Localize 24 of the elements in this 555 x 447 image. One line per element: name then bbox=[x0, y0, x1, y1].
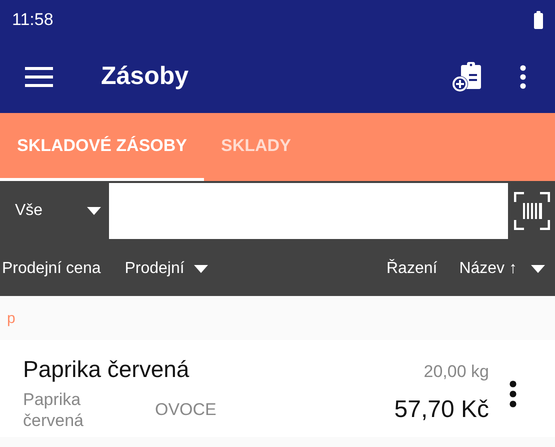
search-field[interactable] bbox=[109, 183, 508, 239]
battery-icon bbox=[534, 11, 543, 29]
item-group: OVOCE bbox=[155, 400, 216, 420]
price-type-dropdown[interactable]: Prodejní bbox=[124, 260, 208, 278]
more-options-icon[interactable] bbox=[519, 64, 527, 88]
caret-icon bbox=[531, 264, 545, 272]
more-options-icon[interactable] bbox=[509, 380, 517, 408]
barcode-scan-icon[interactable] bbox=[514, 192, 550, 230]
screen-title: Zásoby bbox=[101, 62, 190, 91]
item-quantity: 20,00 kg bbox=[424, 362, 489, 382]
clipboard-add-icon[interactable] bbox=[451, 60, 483, 92]
category-dropdown[interactable]: Vše bbox=[0, 202, 109, 220]
sort-label: Řazení bbox=[386, 260, 438, 278]
clock-time: 11:58 bbox=[12, 10, 54, 30]
list-item[interactable]: Paprika červená 20,00 kg Paprika červená OVOCE 57,70 Kč bbox=[0, 340, 555, 437]
caret-icon bbox=[194, 264, 208, 272]
item-subtitle: Paprika červená bbox=[23, 389, 84, 431]
price-label: Prodejní cena bbox=[2, 260, 101, 278]
menu-icon[interactable] bbox=[25, 66, 53, 86]
caret-icon bbox=[87, 207, 101, 215]
item-price: 57,70 Kč bbox=[394, 396, 489, 424]
sort-dropdown[interactable]: Název ↑ bbox=[459, 260, 545, 278]
item-name: Paprika červená bbox=[23, 356, 190, 383]
section-header: p bbox=[7, 310, 16, 326]
